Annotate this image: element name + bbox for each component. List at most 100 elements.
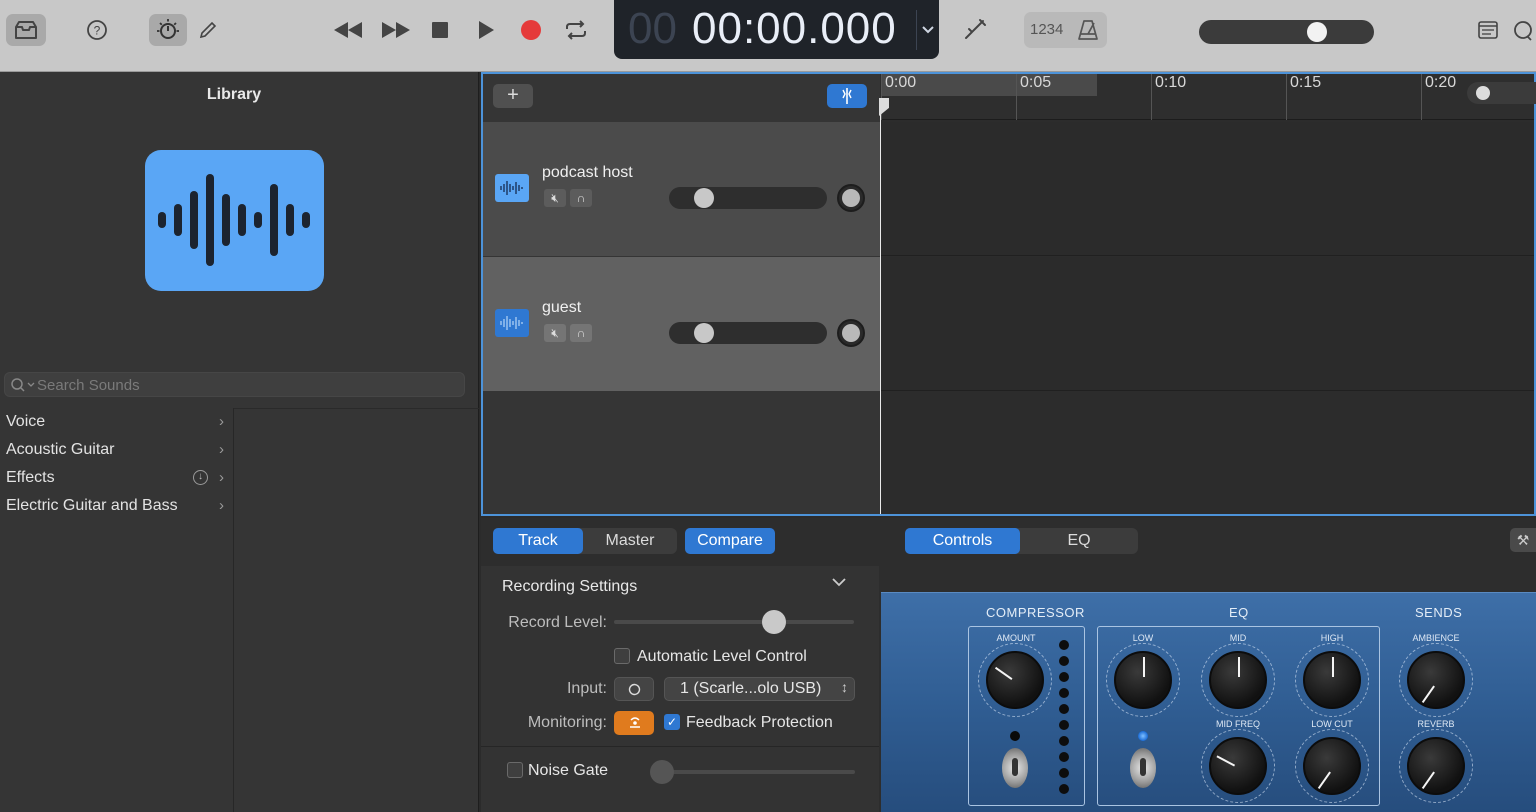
- rewind-button[interactable]: [330, 14, 366, 46]
- pan-knob[interactable]: [837, 319, 865, 347]
- sends-reverb-knob[interactable]: [1407, 737, 1465, 795]
- meter-led: [1059, 736, 1069, 746]
- quick-help-button[interactable]: ?: [78, 14, 116, 46]
- compare-button[interactable]: Compare: [685, 528, 775, 554]
- fast-forward-button[interactable]: [378, 14, 414, 46]
- eq-toggle-switch[interactable]: [1130, 748, 1156, 788]
- low-cut-label: LOW CUT: [1311, 719, 1353, 729]
- smart-controls-button[interactable]: [149, 14, 187, 46]
- volume-knob[interactable]: [694, 323, 714, 343]
- noise-gate-slider[interactable]: [651, 770, 855, 774]
- meter-led: [1059, 784, 1069, 794]
- automatic-level-control-checkbox[interactable]: [614, 648, 630, 664]
- eq-mid-freq-knob[interactable]: [1209, 737, 1267, 795]
- tab-controls[interactable]: Controls: [905, 528, 1020, 554]
- lcd-hours: 00: [628, 4, 677, 53]
- track-volume-slider[interactable]: [669, 187, 827, 209]
- tab-track[interactable]: Track: [493, 528, 583, 554]
- sends-ambience-knob[interactable]: [1407, 651, 1465, 709]
- library-item-effects[interactable]: Effects ↓ ›: [0, 464, 234, 492]
- eq-low-knob[interactable]: [1114, 651, 1172, 709]
- zoom-knob[interactable]: [1476, 86, 1490, 100]
- ambience-label: AMBIENCE: [1412, 633, 1460, 643]
- meter-led: [1059, 768, 1069, 778]
- tab-eq[interactable]: EQ: [1022, 528, 1136, 554]
- record-level-slider[interactable]: [614, 620, 854, 624]
- master-volume-knob[interactable]: [1307, 22, 1327, 42]
- timeline-ruler[interactable]: 0:00 0:05 0:10 0:15 0:20: [881, 74, 1534, 120]
- library-item-electric-guitar-and-bass[interactable]: Electric Guitar and Bass ›: [0, 492, 234, 520]
- headphones-button[interactable]: ∩: [570, 189, 592, 207]
- library-item-voice[interactable]: Voice ›: [0, 408, 234, 436]
- recording-settings-title: Recording Settings: [502, 578, 638, 595]
- feedback-protection-checkbox[interactable]: ✓: [664, 714, 680, 730]
- eq-high-knob[interactable]: [1303, 651, 1361, 709]
- headphones-button[interactable]: ∩: [570, 324, 592, 342]
- lcd-display[interactable]: 00 00:00.000: [614, 0, 939, 59]
- noise-gate-knob[interactable]: [650, 760, 674, 784]
- track-name[interactable]: podcast host: [542, 164, 633, 182]
- add-track-button[interactable]: +: [493, 84, 533, 108]
- input-select[interactable]: 1 (Scarle...olo USB) ↕: [664, 677, 855, 701]
- stop-button[interactable]: [424, 14, 456, 46]
- record-button[interactable]: [515, 14, 547, 46]
- input-label: Input:: [566, 680, 607, 697]
- download-icon[interactable]: ↓: [193, 470, 208, 485]
- ruler-label: 0:15: [1290, 74, 1322, 91]
- notepad-icon: [1478, 21, 1498, 39]
- tab-master[interactable]: Master: [585, 528, 675, 554]
- timeline-zoom-slider[interactable]: [1467, 82, 1536, 104]
- mute-button[interactable]: 🔇︎: [544, 189, 566, 207]
- input-mono-button[interactable]: [614, 677, 654, 701]
- mute-button[interactable]: 🔇︎: [544, 324, 566, 342]
- editors-button[interactable]: [193, 14, 223, 46]
- channel-strip-plugin: COMPRESSOR EQ SENDS AMOUNT LOW MID HIGH …: [881, 592, 1536, 812]
- catch-playhead-button[interactable]: [827, 84, 867, 108]
- monitoring-button[interactable]: [614, 711, 654, 735]
- master-volume-slider[interactable]: [1199, 20, 1374, 44]
- loop-browser-button[interactable]: [1512, 14, 1536, 46]
- ruler-tick: [1016, 74, 1017, 120]
- count-in-button[interactable]: 1234: [1030, 21, 1063, 38]
- library-item-label: Voice: [6, 413, 46, 430]
- library-toggle-button[interactable]: [6, 14, 46, 46]
- compressor-amount-knob[interactable]: [986, 651, 1044, 709]
- reverb-label: REVERB: [1417, 719, 1455, 729]
- cycle-button[interactable]: [560, 14, 592, 46]
- play-button[interactable]: [470, 14, 502, 46]
- record-level-knob[interactable]: [762, 610, 786, 634]
- eq-low-cut-knob[interactable]: [1303, 737, 1361, 795]
- search-icon[interactable]: [10, 377, 38, 393]
- track-name[interactable]: guest: [542, 299, 581, 317]
- search-sounds-input[interactable]: [37, 374, 457, 396]
- meter-led: [1059, 720, 1069, 730]
- monitoring-icon: [630, 717, 640, 728]
- track-lane-podcast-host[interactable]: [881, 122, 1534, 256]
- volume-knob[interactable]: [694, 188, 714, 208]
- playhead[interactable]: [880, 98, 881, 514]
- compressor-toggle-switch[interactable]: [1002, 748, 1028, 788]
- high-label: HIGH: [1320, 633, 1344, 643]
- track-volume-slider[interactable]: [669, 322, 827, 344]
- toggle-bat: [1012, 758, 1018, 776]
- library-item-acoustic-guitar[interactable]: Acoustic Guitar ›: [0, 436, 234, 464]
- notes-button[interactable]: [1474, 14, 1502, 46]
- ruler-label: 0:05: [1020, 74, 1052, 91]
- track-header-guest[interactable]: guest 🔇︎ ∩: [483, 257, 880, 391]
- noise-gate-checkbox[interactable]: [507, 762, 523, 778]
- tuning-fork-icon: [965, 19, 986, 39]
- mono-circle-icon: [628, 683, 641, 696]
- metronome-icon[interactable]: [1076, 18, 1100, 42]
- recording-settings-header[interactable]: Recording Settings: [481, 566, 879, 606]
- toggle-bat: [1140, 758, 1146, 776]
- ruler-label: 0:20: [1425, 74, 1457, 91]
- track-lane-guest[interactable]: [881, 257, 1534, 391]
- plugin-settings-button[interactable]: ⚒︎: [1510, 528, 1536, 552]
- eq-mid-knob[interactable]: [1209, 651, 1267, 709]
- tuner-button[interactable]: [958, 14, 992, 46]
- speaker-mute-icon: 🔇︎: [551, 191, 559, 205]
- pan-knob[interactable]: [837, 184, 865, 212]
- lcd-mode-menu[interactable]: [917, 0, 939, 59]
- plus-icon: +: [507, 84, 519, 106]
- track-header-podcast-host[interactable]: podcast host 🔇︎ ∩: [483, 122, 880, 256]
